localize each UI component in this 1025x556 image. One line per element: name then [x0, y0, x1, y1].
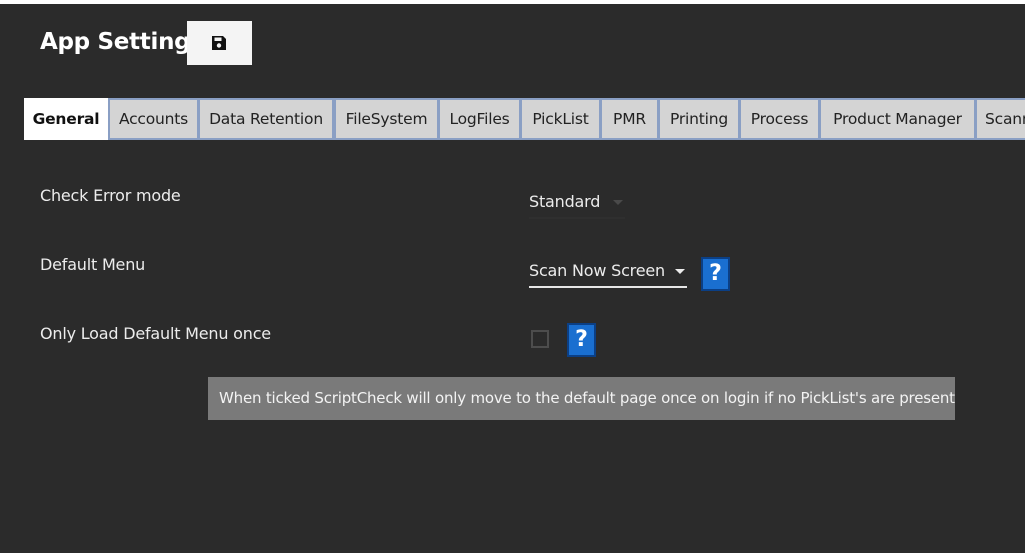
tab-logfiles[interactable]: LogFiles	[438, 98, 521, 140]
app-settings-panel: App Settings General Accounts Data Reten…	[0, 4, 1025, 553]
tab-picklist[interactable]: PickList	[520, 98, 601, 140]
chevron-down-icon	[675, 269, 685, 274]
tab-product-manager[interactable]: Product Manager	[819, 98, 976, 140]
check-error-mode-label: Check Error mode	[40, 186, 181, 205]
tab-printing[interactable]: Printing	[658, 98, 740, 140]
tab-data-retention[interactable]: Data Retention	[198, 98, 334, 140]
only-load-default-menu-label: Only Load Default Menu once	[40, 324, 271, 343]
check-error-mode-select[interactable]: Standard	[529, 192, 625, 216]
page-title: App Settings	[40, 29, 204, 55]
tab-scanner[interactable]: Scann	[975, 98, 1025, 140]
default-menu-select[interactable]: Scan Now Screen	[529, 261, 687, 285]
tab-accounts[interactable]: Accounts	[108, 98, 199, 140]
default-menu-underline	[529, 286, 687, 288]
tab-general[interactable]: General	[24, 98, 108, 142]
check-error-mode-underline	[529, 217, 625, 219]
help-tooltip: When ticked ScriptCheck will only move t…	[208, 377, 955, 420]
only-load-default-menu-help-button[interactable]: ?	[567, 323, 596, 357]
default-menu-value: Scan Now Screen	[529, 261, 665, 280]
chevron-down-icon	[613, 200, 623, 205]
only-load-default-menu-checkbox[interactable]	[531, 330, 549, 348]
tab-pmr[interactable]: PMR	[600, 98, 659, 140]
save-button[interactable]	[187, 21, 252, 65]
check-error-mode-value: Standard	[529, 192, 601, 211]
default-menu-label: Default Menu	[40, 255, 146, 274]
tab-filesystem[interactable]: FileSystem	[334, 98, 439, 140]
floppy-disk-icon	[212, 36, 226, 50]
tab-process[interactable]: Process	[739, 98, 820, 140]
default-menu-help-button[interactable]: ?	[701, 257, 730, 291]
settings-tab-bar: General Accounts Data Retention FileSyst…	[24, 98, 1025, 145]
